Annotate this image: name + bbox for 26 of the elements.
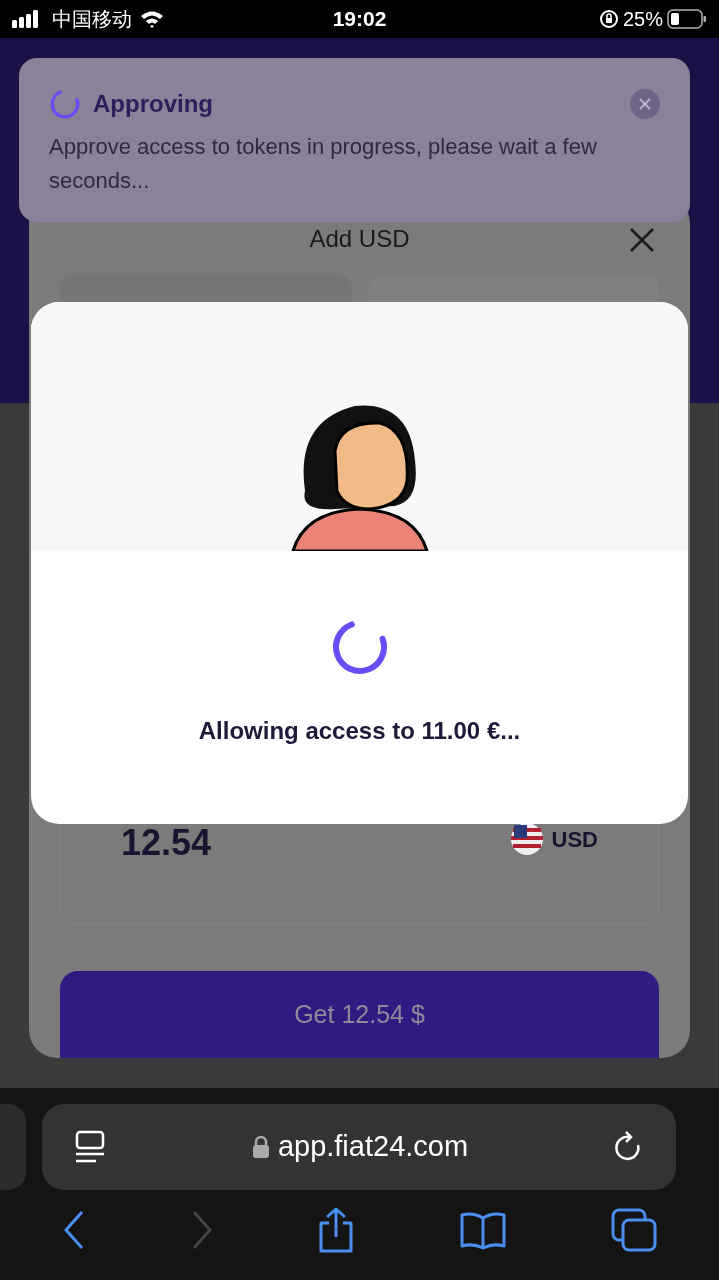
amount-value: 12.54 <box>121 821 212 865</box>
modal-message: Allowing access to 11.00 €... <box>198 716 521 746</box>
rotation-lock-icon <box>598 9 619 29</box>
carrier-name: 中国移动 <box>52 7 132 32</box>
url-text: app.fiat24.com <box>277 1129 469 1165</box>
get-button[interactable]: Get 12.54 $ <box>60 971 659 1058</box>
toast-message: Approve access to tokens in progress, please wait a few seconds... <box>49 133 598 195</box>
close-icon <box>639 98 651 110</box>
address-bar[interactable]: app.fiat24.com <box>42 1104 676 1190</box>
clock-time: 19:02 <box>331 6 388 33</box>
lock-icon <box>251 1135 270 1159</box>
share-icon[interactable] <box>317 1207 356 1253</box>
back-icon[interactable] <box>61 1210 86 1250</box>
toast-title: Approving <box>93 89 213 119</box>
close-button[interactable] <box>630 89 660 119</box>
wifi-icon <box>140 10 164 28</box>
close-icon[interactable] <box>629 227 655 253</box>
reader-icon[interactable] <box>74 1130 106 1164</box>
battery-percent: 25% <box>622 7 663 32</box>
currency-code: USD <box>551 825 598 854</box>
battery-icon <box>667 9 707 29</box>
flag-icon <box>509 822 544 856</box>
tabs-icon[interactable] <box>611 1208 658 1252</box>
bookmarks-icon[interactable] <box>459 1210 508 1250</box>
sheet-title: Add USD <box>309 224 410 254</box>
spinner-icon <box>49 88 81 120</box>
